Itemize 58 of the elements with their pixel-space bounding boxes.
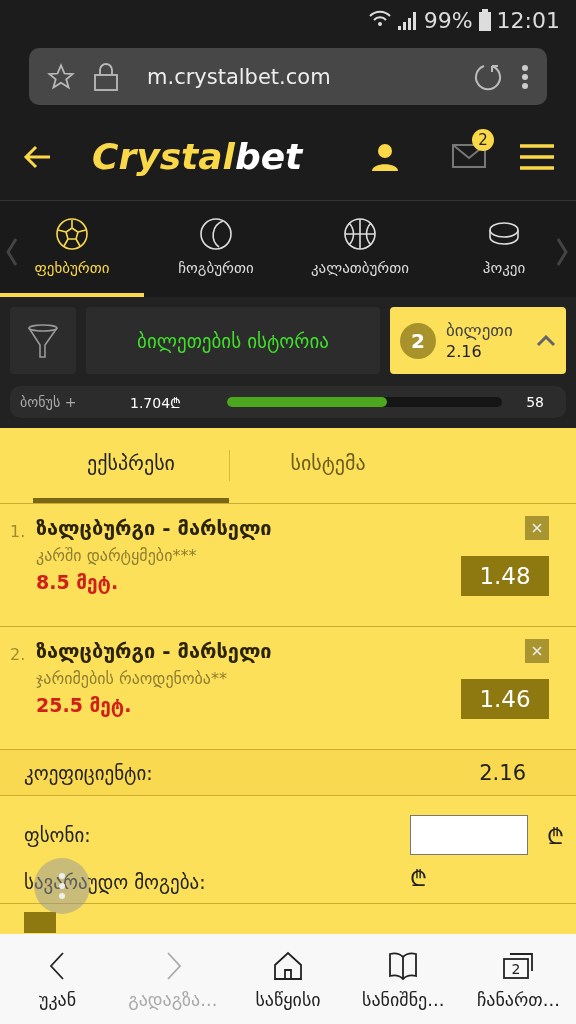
bet-type-tab[interactable]: სისტემა	[230, 428, 426, 503]
odds-value: 1.46	[461, 679, 549, 719]
filter-button[interactable]	[10, 307, 76, 374]
filter-icon	[27, 322, 59, 359]
match-name: ზალცბურგი - მარსელი	[36, 639, 273, 663]
remove-button[interactable]	[525, 639, 549, 663]
bet-number: 2.	[10, 644, 27, 666]
notification-badge: 2	[472, 128, 494, 151]
close-icon	[532, 646, 542, 656]
ticket-history-button[interactable]: ბილეთების ისტორია	[86, 307, 380, 374]
more-icon[interactable]	[521, 63, 529, 90]
ticket-count: 2	[400, 322, 436, 359]
possible-win-label: სავარაუდო მოგება:	[24, 871, 207, 893]
nav-button[interactable]: 2 ჩანართ...	[460, 934, 576, 1024]
nav-button[interactable]: საწყისი	[230, 934, 346, 1024]
bet-number: 1.	[10, 521, 27, 543]
sport-tab[interactable]: კალათბურთი	[288, 201, 432, 297]
currency-sign: ₾	[410, 865, 428, 892]
market-name: კარში დარტყმები***	[36, 546, 198, 565]
lock-icon	[93, 61, 119, 92]
user-icon[interactable]	[370, 141, 400, 172]
logo: Crystalbet	[92, 136, 305, 177]
clock: 12:01	[496, 7, 560, 33]
battery-percent: 99%	[423, 7, 473, 33]
coefficient-label: კოეფიციენტი:	[24, 761, 153, 784]
close-icon	[532, 523, 542, 533]
chevron-up-icon[interactable]	[536, 334, 556, 347]
ticket-button[interactable]: 2 ბილეთი 2.16	[390, 307, 566, 374]
match-name: ზალცბურგი - მარსელი	[36, 516, 273, 540]
bonus-amount: 1.704₾	[130, 393, 182, 412]
remove-button[interactable]	[525, 516, 549, 540]
nav-button[interactable]: უკან	[0, 934, 116, 1024]
bonus-value: 58	[526, 394, 544, 410]
ticket-odds: 2.16	[446, 342, 483, 361]
battery-icon	[478, 9, 491, 31]
odds-value: 1.48	[461, 556, 549, 596]
url-text: m.crystalbet.com	[146, 64, 332, 89]
market-name: ჯარიმების რაოდენობა**	[36, 669, 228, 688]
tennis-ball-icon	[199, 217, 233, 251]
signal-icon	[367, 8, 418, 32]
ticket-label: ბილეთი	[446, 320, 514, 340]
bet-line: 8.5 მეტ.	[36, 571, 120, 593]
bonus-label: ბონუს +	[20, 394, 78, 410]
menu-icon[interactable]	[520, 142, 554, 171]
checkbox[interactable]	[24, 912, 56, 933]
bet-type-tab[interactable]: ექსპრესი	[33, 428, 229, 503]
sport-tab[interactable]: ჰოკეი	[432, 201, 576, 297]
basketball-icon	[343, 217, 377, 251]
bet-line: 25.5 მეტ.	[36, 694, 133, 716]
stake-label: ფსონი:	[24, 824, 92, 846]
nav-button[interactable]: სანიშნე...	[345, 934, 461, 1024]
sport-tab[interactable]: ჩოგბურთი	[144, 201, 288, 297]
coefficient-value: 2.16	[479, 760, 526, 785]
currency-sign: ₾	[547, 823, 564, 850]
soccer-ball-icon	[55, 217, 89, 251]
stake-input[interactable]	[410, 815, 528, 855]
address-bar[interactable]: m.crystalbet.com	[29, 48, 547, 105]
star-icon[interactable]	[47, 62, 75, 91]
